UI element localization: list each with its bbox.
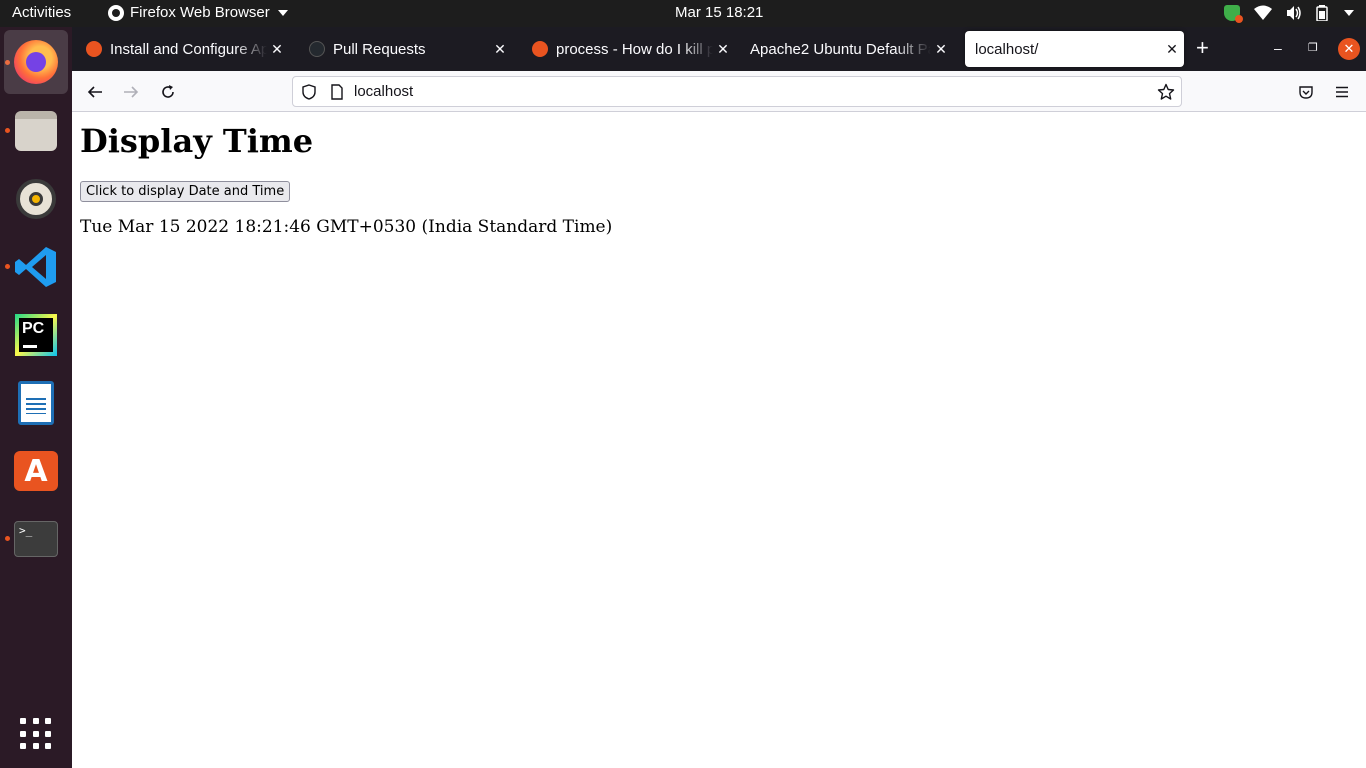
nav-toolbar: localhost [72,71,1366,112]
pocket-icon [1299,86,1313,99]
forward-button[interactable] [120,81,142,103]
tab-apache2-default[interactable]: Apache2 Ubuntu Default Page ✕ [740,31,953,67]
tab-title: Pull Requests [333,40,426,58]
maximize-button[interactable]: ❐ [1308,41,1318,54]
minimize-button[interactable]: – [1274,40,1282,56]
pycharm-icon: PC [15,314,57,356]
show-applications-button[interactable] [4,702,68,766]
back-button[interactable] [84,81,106,103]
tab-bar: Install and Configure Apache ✕ Pull Requ… [72,27,1366,71]
clock[interactable]: Mar 15 18:21 [675,4,763,21]
dock-terminal[interactable]: >_ [4,507,68,571]
firefox-icon [14,40,58,84]
url-text[interactable]: localhost [354,83,413,100]
activities-button[interactable]: Activities [12,4,71,21]
files-icon [15,111,57,151]
app-menu[interactable]: Firefox Web Browser [108,4,288,21]
shield-icon[interactable] [301,84,317,100]
wifi-icon [1254,5,1272,20]
close-tab-icon[interactable]: ✕ [490,41,510,58]
page-content: Display Time Click to display Date and T… [72,112,1366,768]
chevron-down-icon [277,9,288,16]
dock-pycharm[interactable]: PC [4,303,68,367]
dock-firefox[interactable] [4,30,68,94]
dock-software[interactable]: A [4,439,68,503]
libreoffice-writer-icon [18,381,54,425]
update-shield-icon[interactable] [1224,5,1243,23]
ubuntu-software-icon: A [14,451,58,491]
gnome-top-bar: Activities Firefox Web Browser Mar 15 18… [0,0,1366,27]
close-tab-icon[interactable]: ✕ [713,41,733,58]
tab-localhost[interactable]: localhost/ ✕ [965,31,1184,67]
close-tab-icon[interactable]: ✕ [1162,41,1182,58]
system-tray[interactable] [1224,5,1354,23]
dock: PC A >_ [0,27,72,768]
close-window-button[interactable]: ✕ [1338,38,1360,60]
url-bar[interactable]: localhost [292,76,1182,107]
display-date-time-button[interactable]: Click to display Date and Time [80,181,291,202]
ubuntu-favicon-icon [86,41,102,57]
dock-writer[interactable] [4,371,68,435]
tab-process-kill[interactable]: process - How do I kill processes ✕ [522,31,735,67]
new-tab-button[interactable]: + [1196,37,1209,59]
askubuntu-favicon-icon [532,41,548,57]
close-tab-icon[interactable]: ✕ [931,41,951,58]
forward-arrow-icon [124,86,139,98]
back-arrow-icon [87,86,102,98]
reload-icon [162,85,174,98]
github-favicon-icon [309,41,325,57]
tab-title: localhost/ [975,40,1039,58]
app-menu-button[interactable] [1331,81,1353,103]
volume-icon [1287,6,1301,20]
app-menu-label: Firefox Web Browser [130,4,270,21]
tab-title: Apache2 Ubuntu Default Page [750,40,931,58]
firefox-app-icon [108,4,124,21]
tab-title: Install and Configure Apache [110,40,267,58]
page-heading: Display Time [80,122,314,160]
page-icon[interactable] [330,84,344,100]
dock-rhythmbox[interactable] [4,167,68,231]
battery-icon [1316,5,1328,21]
tab-pull-requests[interactable]: Pull Requests ✕ [299,31,512,67]
vscode-icon [15,247,56,287]
reload-button[interactable] [157,81,179,103]
dock-vscode[interactable] [4,235,68,299]
terminal-icon: >_ [14,521,58,557]
system-menu-chevron-icon[interactable] [1344,10,1354,16]
star-bookmark-icon[interactable] [1157,83,1175,101]
tab-install-apache[interactable]: Install and Configure Apache ✕ [76,31,289,67]
rhythmbox-icon [16,179,56,219]
pocket-button[interactable] [1295,81,1317,103]
date-time-output: Tue Mar 15 2022 18:21:46 GMT+0530 (India… [80,217,613,237]
tab-title: process - How do I kill processes [556,40,713,58]
app-grid-icon [20,718,52,750]
dock-files[interactable] [4,99,68,163]
close-tab-icon[interactable]: ✕ [267,41,287,58]
hamburger-menu-icon [1336,86,1348,98]
